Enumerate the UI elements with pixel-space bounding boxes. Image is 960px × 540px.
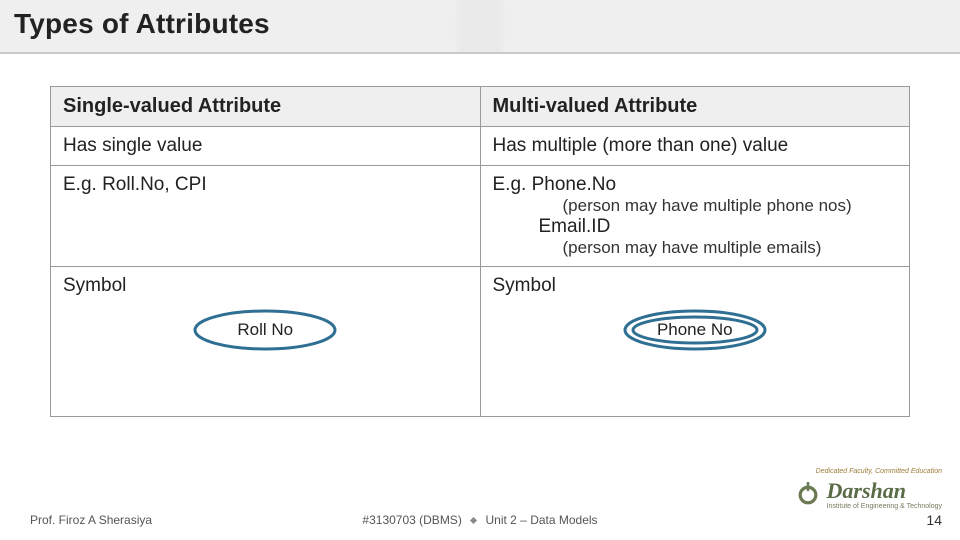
cell-multi-symbol: Symbol Phone No — [480, 267, 910, 417]
footer: Prof. Firoz A Sherasiya #3130703 (DBMS) … — [0, 504, 960, 540]
slide-title: Types of Attributes — [14, 8, 946, 40]
symbol-wrap: Phone No — [481, 307, 910, 359]
footer-unit: Unit 2 – Data Models — [486, 513, 598, 527]
footer-center: #3130703 (DBMS) Unit 2 – Data Models — [0, 513, 960, 527]
diamond-separator-icon — [470, 517, 477, 524]
header-single-valued: Single-valued Attribute — [51, 87, 481, 127]
table-row: Symbol Roll No Symbol — [51, 267, 910, 417]
cell-single-example: E.g. Roll.No, CPI — [51, 166, 481, 267]
content-area: Single-valued Attribute Multi-valued Att… — [0, 54, 960, 417]
header-multi-valued: Multi-valued Attribute — [480, 87, 910, 127]
multi-valued-ellipse: Phone No — [620, 307, 770, 353]
comparison-table: Single-valued Attribute Multi-valued Att… — [50, 86, 910, 417]
title-bar: Types of Attributes — [0, 0, 960, 54]
ellipse-text: Phone No — [620, 307, 770, 353]
example-line: E.g. Phone.No — [493, 174, 898, 196]
symbol-label: Symbol — [493, 275, 898, 297]
table-row: Has single value Has multiple (more than… — [51, 127, 910, 166]
symbol-label: Symbol — [63, 275, 468, 297]
logo-name: Darshan — [827, 478, 906, 503]
cell-multi-desc: Has multiple (more than one) value — [480, 127, 910, 166]
table-header-row: Single-valued Attribute Multi-valued Att… — [51, 87, 910, 127]
example-line: Email.ID — [493, 216, 898, 238]
logo-tagline: Dedicated Faculty, Committed Education — [816, 468, 942, 475]
table-row: E.g. Roll.No, CPI E.g. Phone.No (person … — [51, 166, 910, 267]
cell-multi-example: E.g. Phone.No (person may have multiple … — [480, 166, 910, 267]
example-note: (person may have multiple emails) — [493, 238, 898, 258]
cell-single-symbol: Symbol Roll No — [51, 267, 481, 417]
ellipse-text: Roll No — [190, 307, 340, 353]
footer-course-code: #3130703 (DBMS) — [362, 513, 461, 527]
example-note: (person may have multiple phone nos) — [493, 196, 898, 216]
slide: Types of Attributes Single-valued Attrib… — [0, 0, 960, 540]
symbol-wrap: Roll No — [51, 307, 480, 359]
cell-single-desc: Has single value — [51, 127, 481, 166]
single-valued-ellipse: Roll No — [190, 307, 340, 353]
